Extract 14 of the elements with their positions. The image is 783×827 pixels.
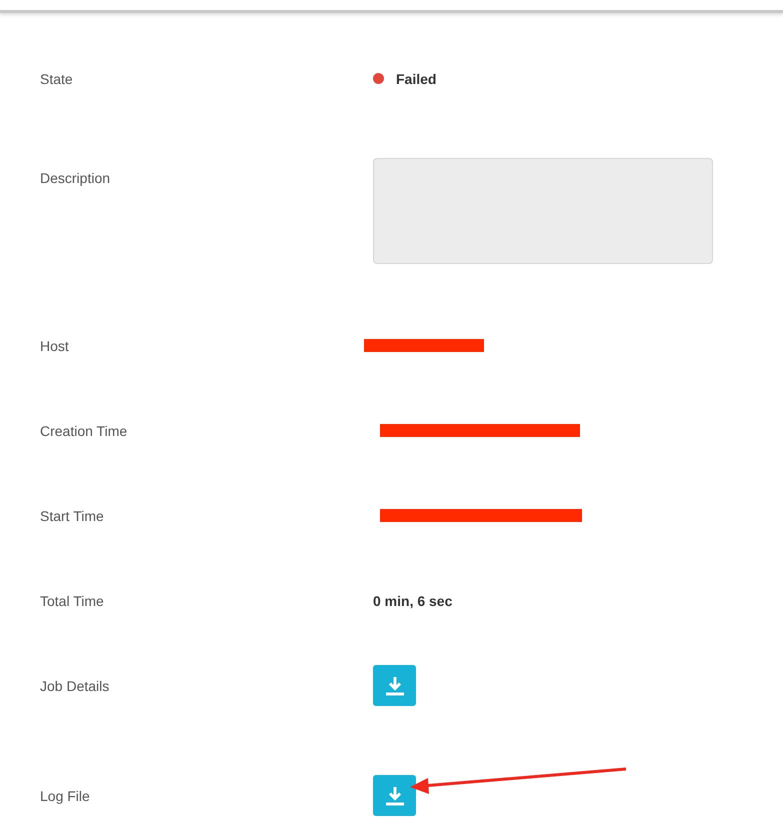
field-label: Description <box>39 170 112 186</box>
field-label: Host <box>39 338 70 354</box>
status-text: Failed <box>396 70 436 86</box>
field-label: State <box>39 70 74 86</box>
field-label: Log File <box>39 788 91 804</box>
field-label: Creation Time <box>39 422 128 438</box>
field-label: Job Details <box>39 678 110 694</box>
field-label: Start Time <box>39 508 105 524</box>
field-value: 0 min, 6 sec <box>373 592 452 608</box>
download-button[interactable] <box>373 665 416 706</box>
download-button[interactable] <box>373 775 416 816</box>
status-dot-icon <box>373 73 384 84</box>
description-field[interactable] <box>373 158 713 264</box>
field-label: Total Time <box>39 592 105 608</box>
